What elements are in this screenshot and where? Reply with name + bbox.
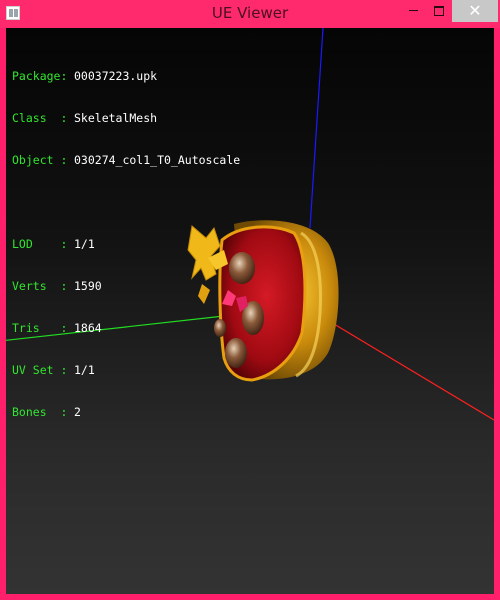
info-row-tris: Tris : 1864: [12, 321, 240, 335]
info-row-class: Class : SkeletalMesh: [12, 111, 240, 125]
info-row-verts: Verts : 1590: [12, 279, 240, 293]
minimize-icon: [408, 10, 418, 11]
info-value-object: 030274_col1_T0_Autoscale: [74, 153, 241, 167]
minimize-button[interactable]: [400, 0, 426, 22]
info-key-verts: Verts :: [12, 279, 68, 293]
info-key-class: Class :: [12, 111, 68, 125]
maximize-icon: [434, 5, 444, 16]
info-row-package: Package: 00037223.upk: [12, 69, 240, 83]
info-row-object: Object : 030274_col1_T0_Autoscale: [12, 153, 240, 167]
axis-z-line: [309, 28, 324, 229]
app-window: UE Viewer ✕ Package: 00037223.upk Class …: [0, 0, 500, 600]
info-key-package: Package:: [12, 69, 68, 83]
info-value-lod: 1/1: [74, 237, 95, 251]
info-row-bones: Bones : 2: [12, 405, 240, 419]
info-value-class: SkeletalMesh: [74, 111, 158, 125]
close-button[interactable]: ✕: [452, 0, 498, 22]
info-key-object: Object :: [12, 153, 68, 167]
info-key-tris: Tris :: [12, 321, 68, 335]
info-key-bones: Bones :: [12, 405, 68, 419]
info-row-lod: LOD : 1/1: [12, 237, 240, 251]
info-value-uvset: 1/1: [74, 363, 95, 377]
info-value-tris: 1864: [74, 321, 102, 335]
maximize-button[interactable]: [426, 0, 452, 22]
info-key-lod: LOD :: [12, 237, 68, 251]
info-value-package: 00037223.upk: [74, 69, 158, 83]
mesh-info-panel: Package: 00037223.upk Class : SkeletalMesh…: [12, 41, 240, 447]
info-value-verts: 1590: [74, 279, 102, 293]
info-row-uvset: UV Set : 1/1: [12, 363, 240, 377]
close-icon: ✕: [468, 1, 482, 20]
3d-viewport[interactable]: Package: 00037223.upk Class : SkeletalMesh…: [6, 28, 494, 594]
axis-x-line: [323, 317, 494, 421]
info-value-bones: 2: [74, 405, 81, 419]
info-key-uvset: UV Set :: [12, 363, 68, 377]
title-bar[interactable]: UE Viewer ✕: [0, 0, 500, 28]
